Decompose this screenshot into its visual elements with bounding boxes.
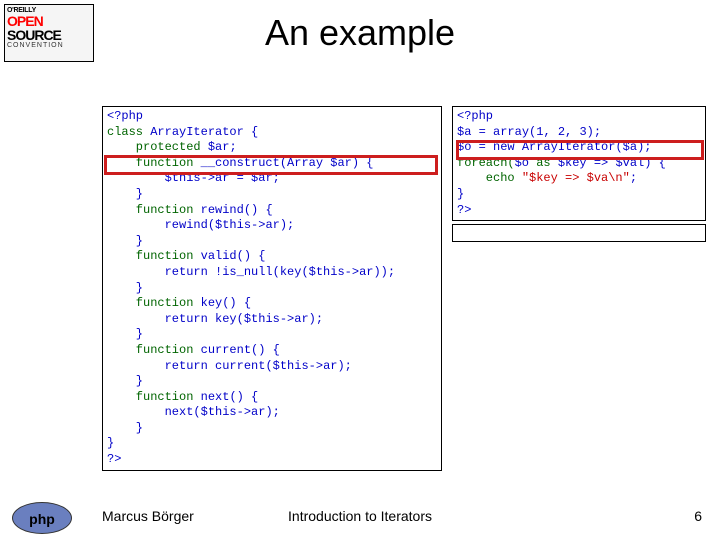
- footer-page: 6: [694, 508, 702, 524]
- slide-title: An example: [0, 12, 720, 54]
- code-right-pre: <?php $a = array(1, 2, 3); $o = new Arra…: [457, 109, 701, 218]
- code-block-right: <?php $a = array(1, 2, 3); $o = new Arra…: [452, 106, 706, 221]
- footer-title: Introduction to Iterators: [0, 508, 720, 524]
- code-block-left: <?php class ArrayIterator { protected $a…: [102, 106, 442, 471]
- code-left-pre: <?php class ArrayIterator { protected $a…: [107, 109, 437, 468]
- empty-code-box: [452, 224, 706, 242]
